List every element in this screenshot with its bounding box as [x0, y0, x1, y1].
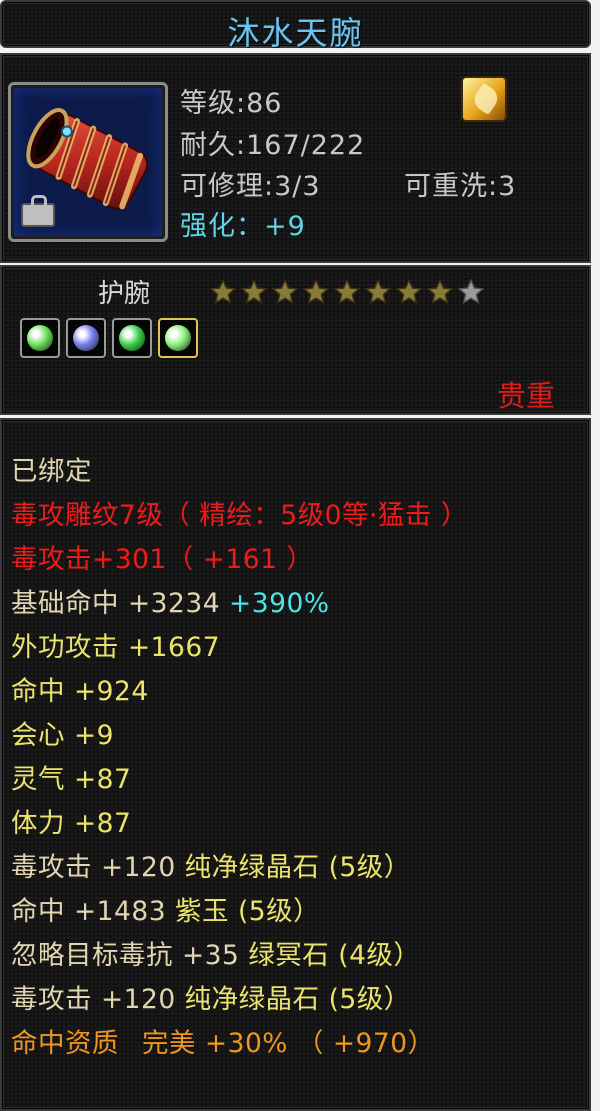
gem-slots: [20, 318, 204, 362]
aptitude-quality: 完美: [141, 1028, 196, 1059]
aptitude-stat: 命中资质 完美 +30% （ +970）: [11, 1021, 435, 1060]
green-crystal-gem-icon[interactable]: [158, 318, 198, 358]
poison-attack-stat: 毒攻击+301（ +161 ）: [11, 537, 313, 576]
stat-label: 命中: [11, 676, 65, 707]
stat-label: 毒攻击: [11, 852, 92, 883]
stat-label: 灵气: [11, 764, 65, 795]
green-ore-gem-icon[interactable]: [112, 318, 152, 358]
stat-value: +1483: [73, 896, 167, 927]
gem-stone: [27, 325, 53, 351]
stat-label: 命中资质: [11, 1028, 119, 1059]
stat-bonus: （ +161 ）: [166, 544, 314, 575]
item-enhance: 强化：+9: [180, 204, 306, 243]
gem-name: 纯净绿晶石 (5级）: [184, 984, 411, 1015]
enhance-value: +9: [264, 211, 306, 242]
item-type-panel: 护腕 贵重: [0, 265, 591, 415]
stat-label: 外功攻击: [11, 632, 119, 663]
star-filled-icon: [302, 278, 330, 304]
gem-stat-2: 命中 +1483 紫玉 (5级）: [11, 889, 320, 928]
stat-value: +87: [73, 764, 132, 795]
stat-value: +30%: [204, 1028, 288, 1059]
stat-label: 基础命中: [11, 588, 119, 619]
stat-label: 命中: [11, 896, 65, 927]
item-stats-panel: 已绑定 毒攻雕纹7级（ 精绘：5级0等·猛击 ） 毒攻击+301（ +161 ）…: [0, 418, 591, 1111]
engrave-stat: 毒攻雕纹7级（ 精绘：5级0等·猛击 ）: [11, 500, 468, 531]
star-filled-icon: [426, 278, 454, 304]
gem-name: 绿冥石 (4级）: [248, 940, 421, 971]
stat-value: +1667: [127, 632, 221, 663]
star-filled-icon: [209, 278, 237, 304]
stat-label: 忽略目标毒抗: [11, 940, 173, 971]
item-durability: 耐久:167/222: [180, 130, 366, 161]
item-rewash: 可重洗:3: [404, 171, 517, 202]
star-filled-icon: [333, 278, 361, 304]
stat-value: +35: [181, 940, 240, 971]
stat-bonus: （ +970）: [296, 1028, 435, 1059]
gem-name: 紫玉 (5级）: [175, 896, 321, 927]
item-name: 沐水天腕: [227, 14, 364, 52]
stat-value: +9: [73, 720, 115, 751]
crit-stat: 会心 +9: [11, 713, 114, 752]
green-crystal-gem-icon[interactable]: [20, 318, 60, 358]
bound-status: 已绑定: [11, 456, 92, 487]
base-hit-stat: 基础命中 +3234 +390%: [11, 581, 330, 620]
gold-feather-icon[interactable]: [461, 76, 507, 122]
stat-value: +87: [73, 808, 132, 839]
item-repairable: 可修理:3/3: [180, 171, 321, 202]
gem-stat-1: 毒攻击 +120 纯净绿晶石 (5级）: [11, 845, 411, 884]
stat-label: 会心: [11, 720, 65, 751]
stat-value: +120: [100, 852, 176, 883]
stat-value: +3234: [127, 588, 221, 619]
stamina-stat: 体力 +87: [11, 801, 131, 840]
stat-value: +301: [92, 544, 167, 575]
item-level: 等级:86: [180, 88, 283, 119]
stat-label: 毒攻击: [11, 544, 92, 575]
star-filled-icon: [271, 278, 299, 304]
star-filled-icon: [395, 278, 423, 304]
title-bar: 沐水天腕: [0, 0, 591, 52]
gem-stone: [73, 325, 99, 351]
stat-value: +924: [73, 676, 149, 707]
item-type: 护腕: [98, 279, 151, 309]
star-empty-icon: [457, 278, 485, 304]
gem-name: 纯净绿晶石 (5级）: [184, 852, 411, 883]
spirit-stat: 灵气 +87: [11, 757, 131, 796]
rarity-label: 贵重: [496, 379, 555, 413]
outer-attack-stat: 外功攻击 +1667: [11, 625, 220, 664]
star-filled-icon: [240, 278, 268, 304]
item-header-panel: 等级:86 耐久:167/222 可修理:3/3 可重洗:3 强化：+9: [0, 53, 591, 263]
bound-lock-icon: [21, 195, 55, 227]
purple-jade-gem-icon[interactable]: [66, 318, 106, 358]
hit-stat: 命中 +924: [11, 669, 149, 708]
star-filled-icon: [364, 278, 392, 304]
gem-stone: [119, 325, 145, 351]
stat-label: 体力: [11, 808, 65, 839]
stat-value: +120: [100, 984, 176, 1015]
gem-stone: [165, 325, 191, 351]
bracer-icon[interactable]: [8, 82, 168, 242]
stat-label: 毒攻击: [11, 984, 92, 1015]
stat-percent: +390%: [229, 588, 330, 619]
star-rating: [209, 278, 488, 308]
gem-stat-3: 忽略目标毒抗 +35 绿冥石 (4级）: [11, 933, 420, 972]
gem-stat-4: 毒攻击 +120 纯净绿晶石 (5级）: [11, 977, 411, 1016]
enhance-label: 强化：: [180, 211, 264, 242]
